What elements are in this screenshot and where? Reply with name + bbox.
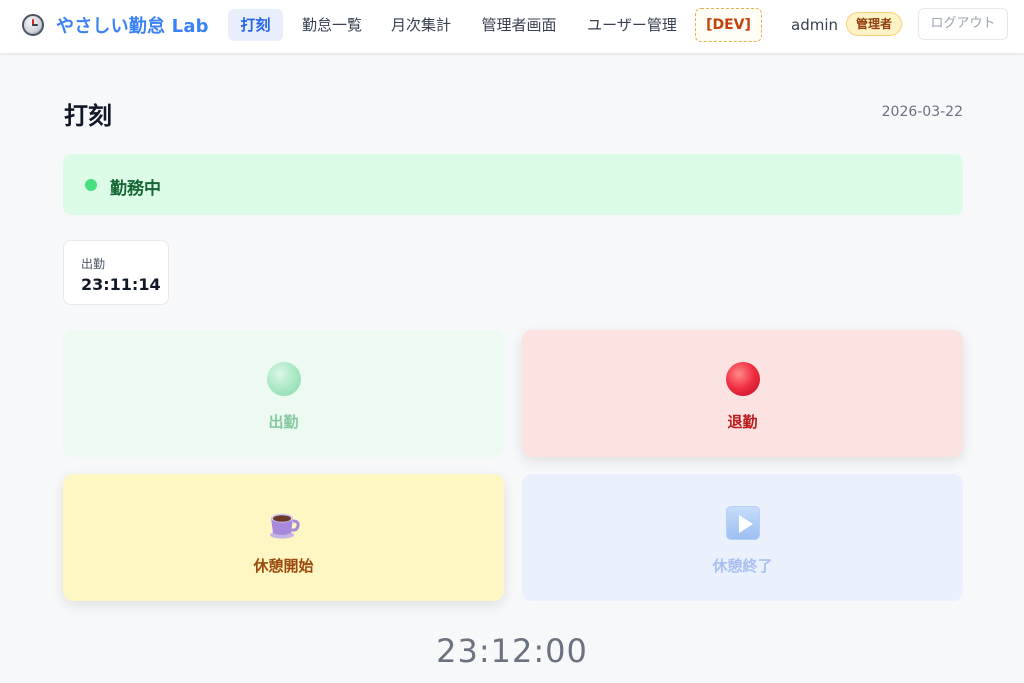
page-title: 打刻: [64, 102, 112, 130]
status-dot-icon: [85, 179, 97, 191]
break-end-button-label: 休憩終了: [712, 557, 773, 575]
dev-badge[interactable]: [DEV]: [695, 8, 762, 42]
green-circle-icon: [267, 362, 301, 396]
clock-in-button[interactable]: 出勤: [63, 330, 504, 457]
logout-button[interactable]: ログアウト: [918, 8, 1008, 40]
top-nav: やさしい勤怠 Lab 打刻 勤怠一覧 月次集計 管理者画面 ユーザー管理 [DE…: [0, 0, 1024, 53]
play-button-icon: [726, 506, 760, 540]
break-end-button[interactable]: 休憩終了: [522, 474, 963, 601]
brand[interactable]: やさしい勤怠 Lab: [22, 12, 209, 38]
coffee-cup-icon: [267, 506, 301, 540]
app-title: やさしい勤怠 Lab: [56, 16, 209, 37]
status-banner: 勤務中: [63, 154, 963, 215]
red-circle-icon: [726, 362, 760, 396]
nav-item-admin[interactable]: 管理者画面: [470, 9, 568, 41]
page-date: 2026-03-22: [881, 104, 963, 120]
nav-item-monthly-summary[interactable]: 月次集計: [381, 9, 461, 41]
clock-in-label: 出勤: [81, 257, 106, 271]
clock-in-button-label: 出勤: [268, 413, 299, 431]
role-badge: 管理者: [846, 12, 903, 36]
clock-in-time: 23:11:14: [81, 275, 161, 294]
clock-out-button[interactable]: 退勤: [522, 330, 963, 457]
clock-in-time-card: 出勤 23:11:14: [63, 240, 169, 305]
nav-item-punch[interactable]: 打刻: [228, 9, 283, 41]
stopwatch-icon: [22, 14, 44, 36]
clock-out-button-label: 退勤: [727, 413, 758, 431]
user-name: admin: [791, 16, 838, 34]
nav-item-user-management[interactable]: ユーザー管理: [577, 9, 687, 41]
current-time-clock: 23:12:00: [436, 632, 588, 670]
break-start-button[interactable]: 休憩開始: [63, 474, 504, 601]
status-label: 勤務中: [110, 179, 161, 199]
break-start-button-label: 休憩開始: [253, 557, 314, 575]
nav-item-attendance-list[interactable]: 勤怠一覧: [291, 9, 373, 41]
